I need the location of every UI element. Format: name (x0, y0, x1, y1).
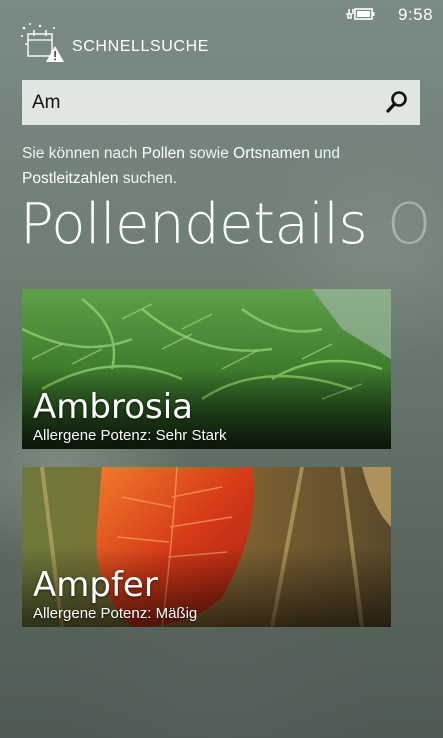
keyword-postleitzahlen: Postleitzahlen (22, 170, 119, 187)
app-title: SCHNELLSUCHE (72, 38, 210, 55)
search-input[interactable] (22, 80, 372, 125)
result-potency: Allergene PotenzMäßig (33, 605, 197, 622)
clock: 9:58 (398, 5, 434, 24)
pivot-tab-next[interactable]: O (387, 192, 431, 257)
keyword-pollen: Pollen (141, 145, 185, 162)
search-hint: Sie können nach Pollen sowie Ortsnamen u… (22, 145, 340, 187)
keyword-ortsnamen: Ortsnamen (233, 145, 310, 162)
status-bar: 9:58 (0, 0, 443, 30)
result-name: Ampfer (33, 565, 158, 605)
pivot-tab-pollendetails[interactable]: Pollendetails (20, 192, 368, 257)
battery-charging-icon (346, 8, 375, 20)
search-icon[interactable] (384, 89, 410, 115)
result-name: Ambrosia (33, 387, 193, 427)
result-tile-ampfer[interactable]: Ampfer Allergene PotenzMäßig (22, 467, 391, 627)
pivot-header: Pollendetails O (20, 192, 431, 257)
search-box[interactable] (22, 80, 420, 125)
pollen-warning-logo-icon (21, 23, 64, 62)
result-potency: Allergene PotenzSehr Stark (33, 427, 226, 444)
result-tile-ambrosia[interactable]: Ambrosia Allergene PotenzSehr Stark (22, 289, 391, 449)
